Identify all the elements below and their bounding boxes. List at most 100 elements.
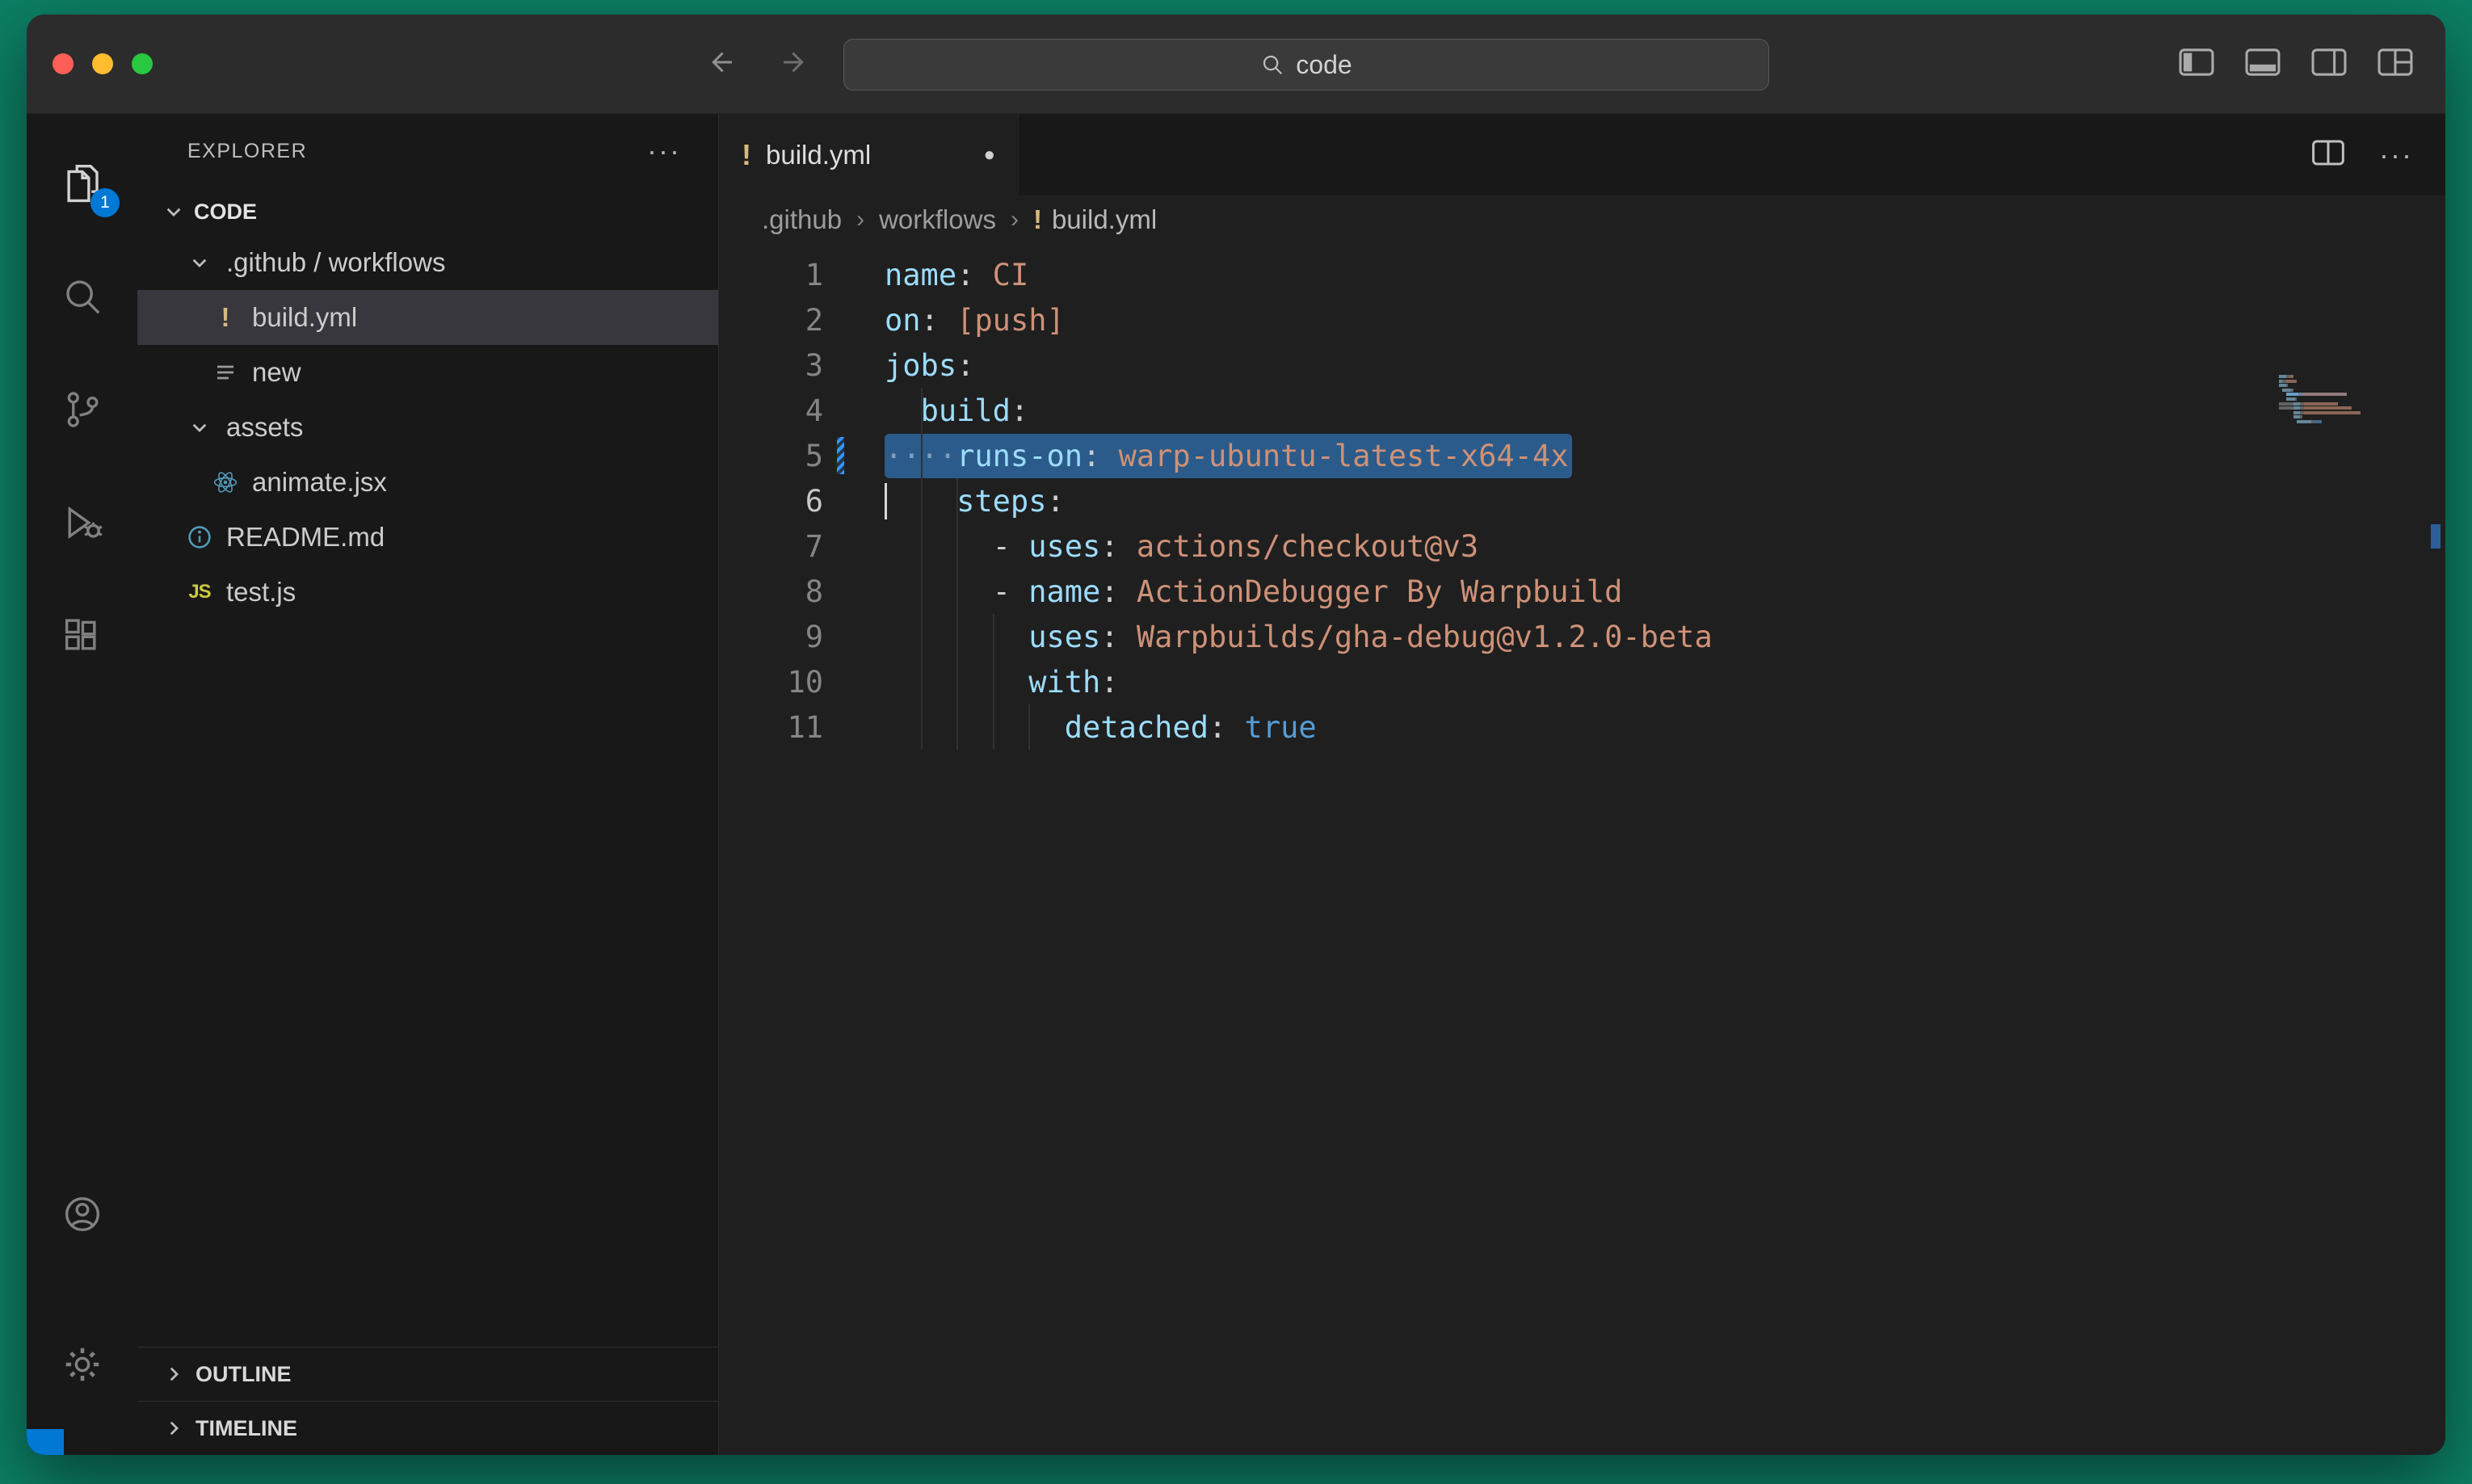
code-line-9[interactable]: 9 uses: Warpbuilds/gha-debug@v1.2.0-beta [719, 614, 2445, 659]
line-text: ····runs-on: warp-ubuntu-latest-x64-4x [885, 439, 1572, 473]
file-lines-icon [212, 359, 238, 385]
close-window-button[interactable] [53, 53, 74, 74]
code-line-10[interactable]: 10 with: [719, 659, 2445, 704]
tree-file-readme-md[interactable]: README.md [137, 510, 718, 565]
tree-item-label: build.yml [252, 302, 357, 333]
timeline-panel-header[interactable]: TIMELINE [137, 1401, 718, 1455]
text-cursor [885, 483, 887, 519]
explorer-badge: 1 [90, 188, 120, 217]
code-line-1[interactable]: 1 name: CI [719, 252, 2445, 297]
line-text: - name: ActionDebugger By Warpbuild [885, 574, 1622, 609]
search-icon[interactable] [27, 240, 137, 353]
line-number[interactable]: 9 [719, 620, 823, 654]
editor-group: ! build.yml ● ··· .github › workflows › [719, 114, 2445, 1455]
code-line-4[interactable]: 4 build: [719, 388, 2445, 433]
explorer-sidebar: EXPLORER ··· CODE .github / workflows !bu… [137, 114, 719, 1455]
line-text: - uses: actions/checkout@v3 [885, 529, 1478, 564]
selection-highlight: ····runs-on: warp-ubuntu-latest-x64-4x [885, 434, 1572, 478]
chevron-down-icon [189, 417, 210, 438]
command-center-search[interactable]: code [843, 39, 1769, 90]
breadcrumb-separator-icon: › [1011, 206, 1019, 233]
code-line-8[interactable]: 8 - name: ActionDebugger By Warpbuild [719, 569, 2445, 614]
file-tree: .github / workflows !build.yml new assets an… [137, 235, 718, 620]
line-number[interactable]: 3 [719, 348, 823, 383]
minimize-window-button[interactable] [92, 53, 113, 74]
explorer-more-actions-icon[interactable]: ··· [647, 134, 681, 168]
yaml-file-icon: ! [1033, 204, 1042, 235]
line-number[interactable]: 10 [719, 665, 823, 700]
chevron-down-icon [189, 252, 210, 273]
chevron-right-icon [163, 1418, 184, 1439]
code-area[interactable]: 1 name: CI 2on: [push] 3 jobs: 4 build: 5 ····r… [719, 244, 2445, 1455]
tree-file-animate-jsx[interactable]: animate.jsx [137, 455, 718, 510]
line-number[interactable]: 2 [719, 303, 823, 338]
run-debug-icon[interactable] [27, 466, 137, 579]
tree-file-build-yml[interactable]: !build.yml [137, 290, 718, 345]
zoom-window-button[interactable] [132, 53, 153, 74]
tree-file-test-js[interactable]: JS test.js [137, 565, 718, 620]
code-line-3[interactable]: 3 jobs: [719, 343, 2445, 388]
line-number[interactable]: 7 [719, 529, 823, 564]
js-file-icon: JS [188, 581, 210, 603]
code-line-11[interactable]: 11 detached: true [719, 704, 2445, 750]
source-control-branch-icon[interactable] [27, 353, 137, 466]
tree-folder--github-workflows[interactable]: .github / workflows [137, 235, 718, 290]
toggle-primary-sidebar-icon[interactable] [2177, 47, 2216, 82]
line-number[interactable]: 6 [719, 484, 823, 519]
tree-item-label: new [252, 357, 301, 388]
line-text: uses: Warpbuilds/gha-debug@v1.2.0-beta [885, 620, 1713, 654]
indent-guide [1028, 704, 1030, 750]
chevron-down-icon [163, 201, 184, 222]
editor-more-actions-icon[interactable]: ··· [2379, 138, 2413, 172]
breadcrumb-workflows[interactable]: workflows [879, 204, 996, 235]
indent-guide [921, 388, 923, 750]
tree-item-label: README.md [226, 522, 385, 553]
code-line-7[interactable]: 7 - uses: actions/checkout@v3 [719, 523, 2445, 569]
tree-file-new[interactable]: new [137, 345, 718, 400]
tree-item-label: test.js [226, 577, 296, 607]
code-line-6[interactable]: 6 steps: [719, 478, 2445, 523]
section-header-code[interactable]: CODE [137, 188, 718, 235]
account-icon[interactable] [27, 1158, 137, 1271]
line-text: jobs: [885, 348, 974, 383]
forward-arrow-icon[interactable] [778, 45, 812, 83]
search-text: code [1296, 50, 1352, 80]
modified-gutter-marker [837, 437, 844, 474]
section-label: CODE [194, 200, 257, 225]
extensions-icon[interactable] [27, 579, 137, 692]
code-line-5[interactable]: 5 ····runs-on: warp-ubuntu-latest-x64-4x [719, 433, 2445, 478]
tree-folder-assets[interactable]: assets [137, 400, 718, 455]
split-editor-icon[interactable] [2311, 138, 2345, 171]
tab-build-yml[interactable]: ! build.yml ● [719, 114, 1019, 195]
line-text: detached: true [885, 710, 1317, 745]
toggle-secondary-sidebar-icon[interactable] [2310, 47, 2348, 82]
settings-gear-icon[interactable] [27, 1308, 137, 1421]
indent-guide [956, 478, 958, 750]
tree-item-label: animate.jsx [252, 467, 387, 498]
tree-item-label: .github / workflows [226, 247, 445, 278]
line-number[interactable]: 11 [719, 710, 823, 745]
line-number[interactable]: 8 [719, 574, 823, 609]
breadcrumb-github[interactable]: .github [762, 204, 842, 235]
line-number[interactable]: 4 [719, 393, 823, 428]
tab-label: build.yml [766, 140, 871, 170]
code-line-2[interactable]: 2on: [push] [719, 297, 2445, 343]
activity-bar: 1 [27, 114, 137, 1455]
toggle-panel-icon[interactable] [2243, 47, 2282, 82]
customize-layout-icon[interactable] [2376, 47, 2415, 82]
line-text: build: [885, 393, 1028, 428]
sidebar-title: EXPLORER [187, 140, 307, 163]
breadcrumb-build-yml[interactable]: ! build.yml [1033, 204, 1157, 235]
explorer-files-icon[interactable]: 1 [27, 127, 137, 240]
info-circle-icon [187, 524, 212, 550]
back-arrow-icon[interactable] [704, 45, 738, 83]
vscode-window: code 1 [27, 15, 2445, 1455]
line-number[interactable]: 1 [719, 258, 823, 292]
outline-panel-header[interactable]: OUTLINE [137, 1347, 718, 1401]
line-text: with: [885, 665, 1119, 700]
line-number[interactable]: 5 [719, 439, 823, 473]
breadcrumb-separator-icon: › [856, 206, 864, 233]
panel-label: TIMELINE [195, 1416, 297, 1441]
dirty-indicator-icon[interactable]: ● [984, 144, 996, 166]
line-text: name: CI [885, 258, 1028, 292]
